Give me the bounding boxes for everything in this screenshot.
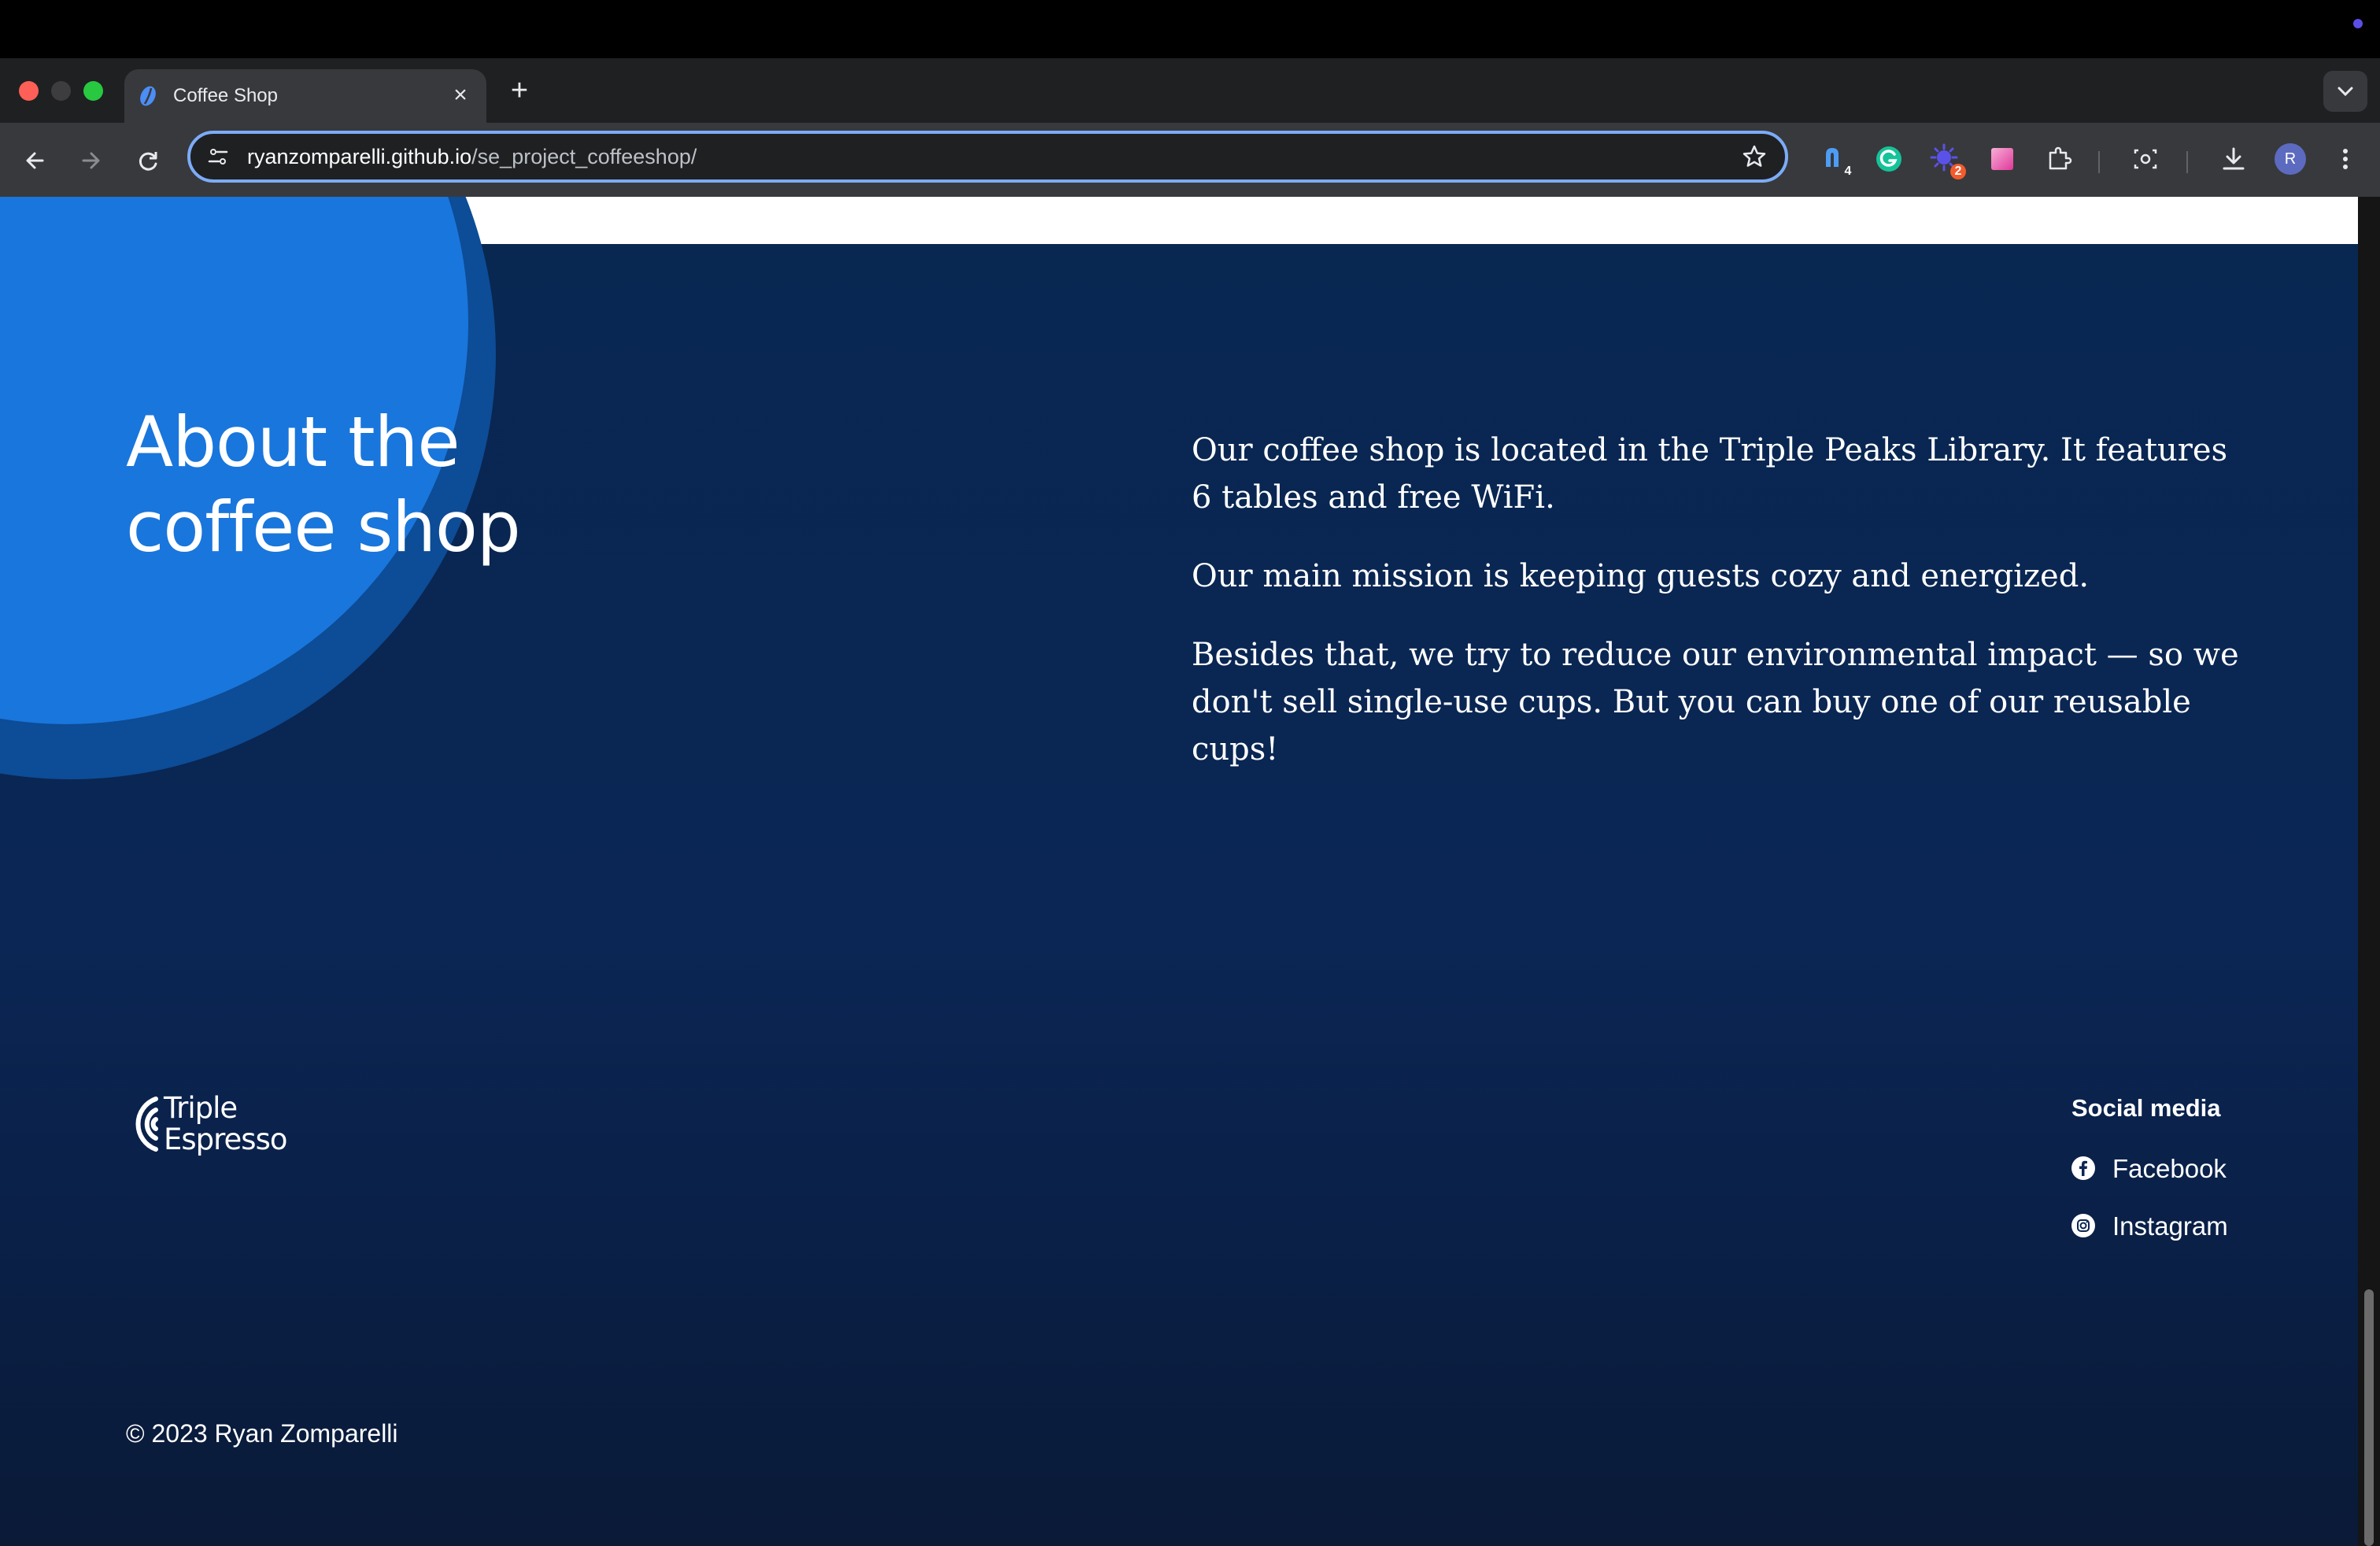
about-paragraph: Our main mission is keeping guests cozy … [1192, 558, 2090, 594]
status-dot-icon [2353, 19, 2363, 28]
social-media-heading: Social media [2071, 1094, 2221, 1122]
page-viewport: About the coffee shop Our coffee shop is… [0, 197, 2358, 1546]
bookmark-star-icon[interactable] [1741, 143, 1768, 170]
grammarly-icon[interactable] [1873, 143, 1905, 175]
extension-1-icon[interactable]: 4 [1820, 143, 1851, 178]
tab-search-button[interactable] [2323, 71, 2367, 112]
address-bar[interactable]: ryanzomparelli.github.io/se_project_coff… [187, 131, 1788, 183]
logo-line-2: Espresso [164, 1123, 287, 1156]
download-glyph [2223, 147, 2245, 170]
forward-arrow-icon[interactable] [76, 145, 107, 176]
window-minimize-button[interactable] [51, 81, 71, 101]
toolbar-divider [2186, 151, 2188, 173]
screenshot-capture-icon[interactable] [2130, 143, 2161, 175]
profile-avatar[interactable]: R [2275, 143, 2306, 175]
url-text: ryanzomparelli.github.io/se_project_coff… [247, 145, 697, 169]
logo-line-1: Triple [164, 1091, 238, 1125]
window-zoom-button[interactable] [83, 81, 103, 101]
coffee-bean-favicon-icon [140, 86, 156, 106]
browser-chrome: Coffee Shop × + ryanzomparelli.github.io… [0, 58, 2380, 197]
extension-4-glyph [1991, 148, 2013, 170]
scrollbar-thumb[interactable] [2364, 1289, 2374, 1546]
facebook-link[interactable]: Facebook [2071, 1154, 2308, 1184]
kebab-glyph [2343, 149, 2348, 169]
logo-mark-icon [135, 1097, 158, 1152]
url-host: ryanzomparelli.github.io [247, 145, 472, 168]
tab-title: Coffee Shop [173, 85, 278, 106]
toolbar-divider [2098, 151, 2100, 173]
copyright-text: © 2023 Ryan Zomparelli [126, 1419, 398, 1448]
instagram-label: Instagram [2112, 1211, 2228, 1241]
instagram-link[interactable]: Instagram [2071, 1211, 2308, 1241]
chevron-down-icon [2338, 87, 2353, 97]
tab-close-icon[interactable]: × [447, 82, 474, 109]
window-close-button[interactable] [19, 81, 39, 101]
social-media-section: Social media Facebook Instagram [2071, 1094, 2308, 1269]
download-icon[interactable] [2218, 143, 2249, 175]
new-tab-button[interactable]: + [505, 76, 534, 105]
about-description: Our coffee shop is located in the Triple… [1192, 427, 2246, 804]
extensions-puzzle-icon[interactable] [2043, 143, 2075, 175]
about-paragraph: Our coffee shop is located in the Triple… [1192, 432, 2228, 516]
page-scrollbar[interactable] [2358, 197, 2380, 1546]
facebook-label: Facebook [2112, 1154, 2227, 1183]
system-menubar [0, 0, 2380, 58]
url-path: /se_project_coffeeshop/ [471, 145, 697, 168]
triple-espresso-logo[interactable]: Triple Espresso [126, 1093, 299, 1160]
more-menu-icon[interactable] [2330, 143, 2361, 175]
browser-toolbar: ryanzomparelli.github.io/se_project_coff… [0, 123, 2380, 197]
instagram-icon [2071, 1214, 2095, 1237]
site-info-icon[interactable] [206, 145, 230, 168]
back-arrow-icon[interactable] [19, 145, 50, 176]
about-heading: About the coffee shop [126, 401, 521, 568]
about-paragraph: Besides that, we try to reduce our envir… [1192, 637, 2239, 767]
extension-4-icon[interactable] [1986, 143, 2018, 175]
puzzle-glyph [2049, 146, 2072, 170]
logo-text: Triple Espresso [164, 1093, 287, 1156]
facebook-icon [2071, 1156, 2095, 1180]
grammarly-glyph [1876, 146, 1901, 172]
capture-glyph [2134, 149, 2157, 169]
tab-strip: Coffee Shop × + [0, 58, 2380, 123]
reload-icon[interactable] [132, 145, 164, 176]
tab-coffee-shop[interactable]: Coffee Shop × [124, 69, 486, 123]
extension-3-icon[interactable]: 2 [1930, 143, 1966, 179]
extension-1-badge: 4 [1844, 165, 1852, 178]
extension-3-badge: 2 [1950, 164, 1966, 179]
